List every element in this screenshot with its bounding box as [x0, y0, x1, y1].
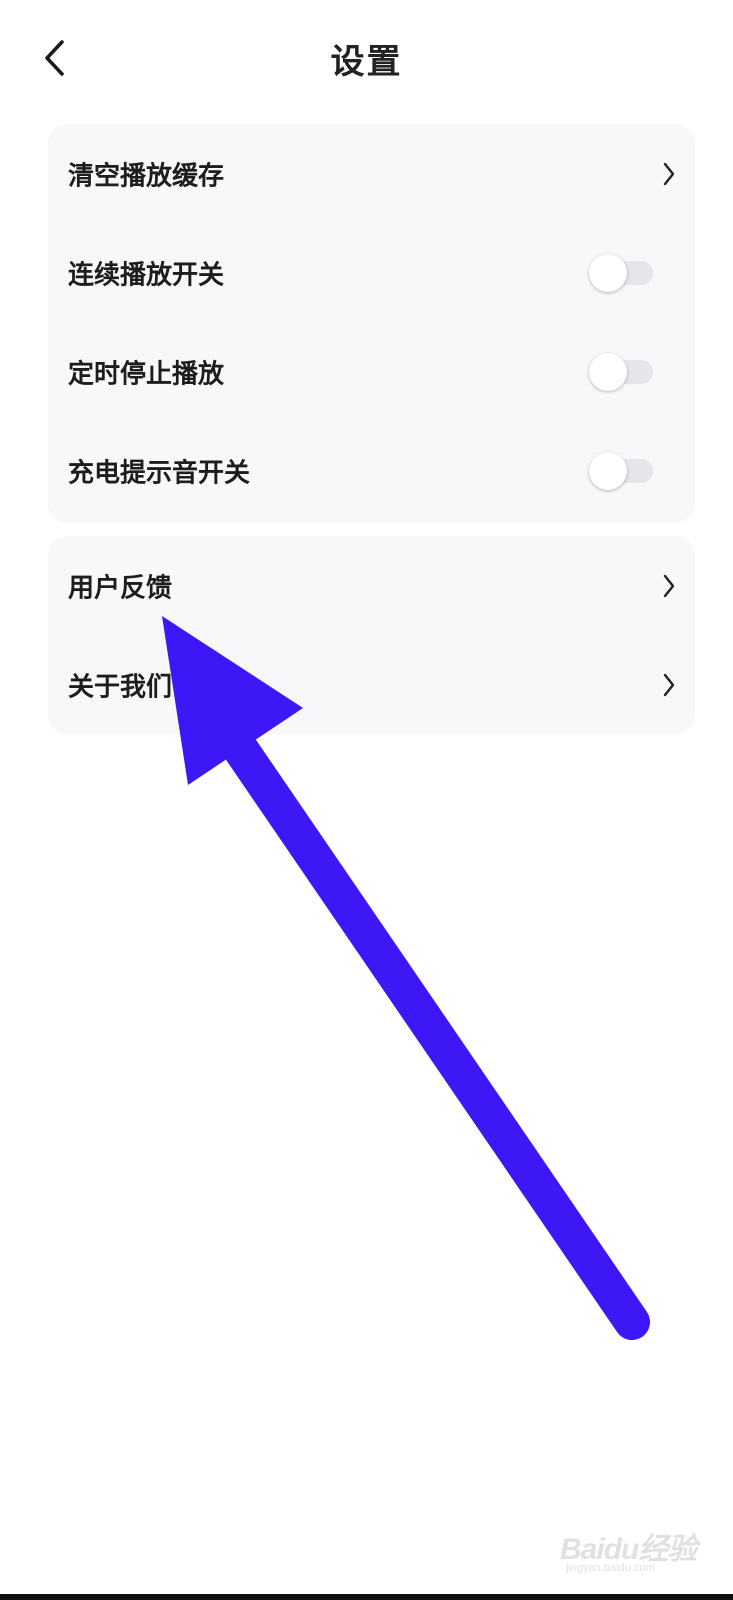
continuous-play-label: 连续播放开关 [68, 260, 225, 290]
charging-sound-toggle[interactable] [589, 451, 653, 490]
continuous-play-toggle[interactable] [589, 253, 653, 292]
clear-cache-row[interactable]: 清空播放缓存 [48, 124, 695, 223]
charging-sound-label: 充电提示音开关 [68, 458, 251, 488]
timed-stop-row: 定时停止播放 [48, 322, 695, 421]
about-us-row[interactable]: 关于我们 [48, 635, 695, 734]
toggle-knob [589, 352, 627, 391]
page-title: 设置 [330, 42, 403, 82]
toggle-knob [589, 253, 627, 292]
toggle-knob [589, 451, 627, 490]
timed-stop-toggle[interactable] [589, 352, 653, 391]
chevron-right-icon [659, 671, 679, 699]
annotation-arrow-shaft [204, 704, 650, 1340]
charging-sound-row: 充电提示音开关 [48, 421, 695, 520]
user-feedback-row[interactable]: 用户反馈 [48, 536, 695, 635]
about-us-label: 关于我们 [68, 672, 173, 702]
clear-cache-label: 清空播放缓存 [68, 161, 225, 191]
timed-stop-label: 定时停止播放 [68, 359, 225, 389]
continuous-play-row: 连续播放开关 [48, 223, 695, 322]
top-nav-bar: 设置 [0, 0, 733, 118]
user-feedback-label: 用户反馈 [68, 573, 173, 603]
baidu-jingyan-watermark: Baidu经验 jingyan.baidu.com [560, 1520, 720, 1580]
settings-group-playback: 清空播放缓存 连续播放开关 定时停止播放 充电提示音开关 [48, 124, 695, 523]
watermark-url: jingyan.baidu.com [566, 1562, 655, 1574]
chevron-right-icon [659, 572, 679, 600]
chevron-right-icon [659, 160, 679, 188]
bottom-edge-bar [0, 1594, 733, 1600]
settings-group-about: 用户反馈 关于我们 [48, 536, 695, 734]
